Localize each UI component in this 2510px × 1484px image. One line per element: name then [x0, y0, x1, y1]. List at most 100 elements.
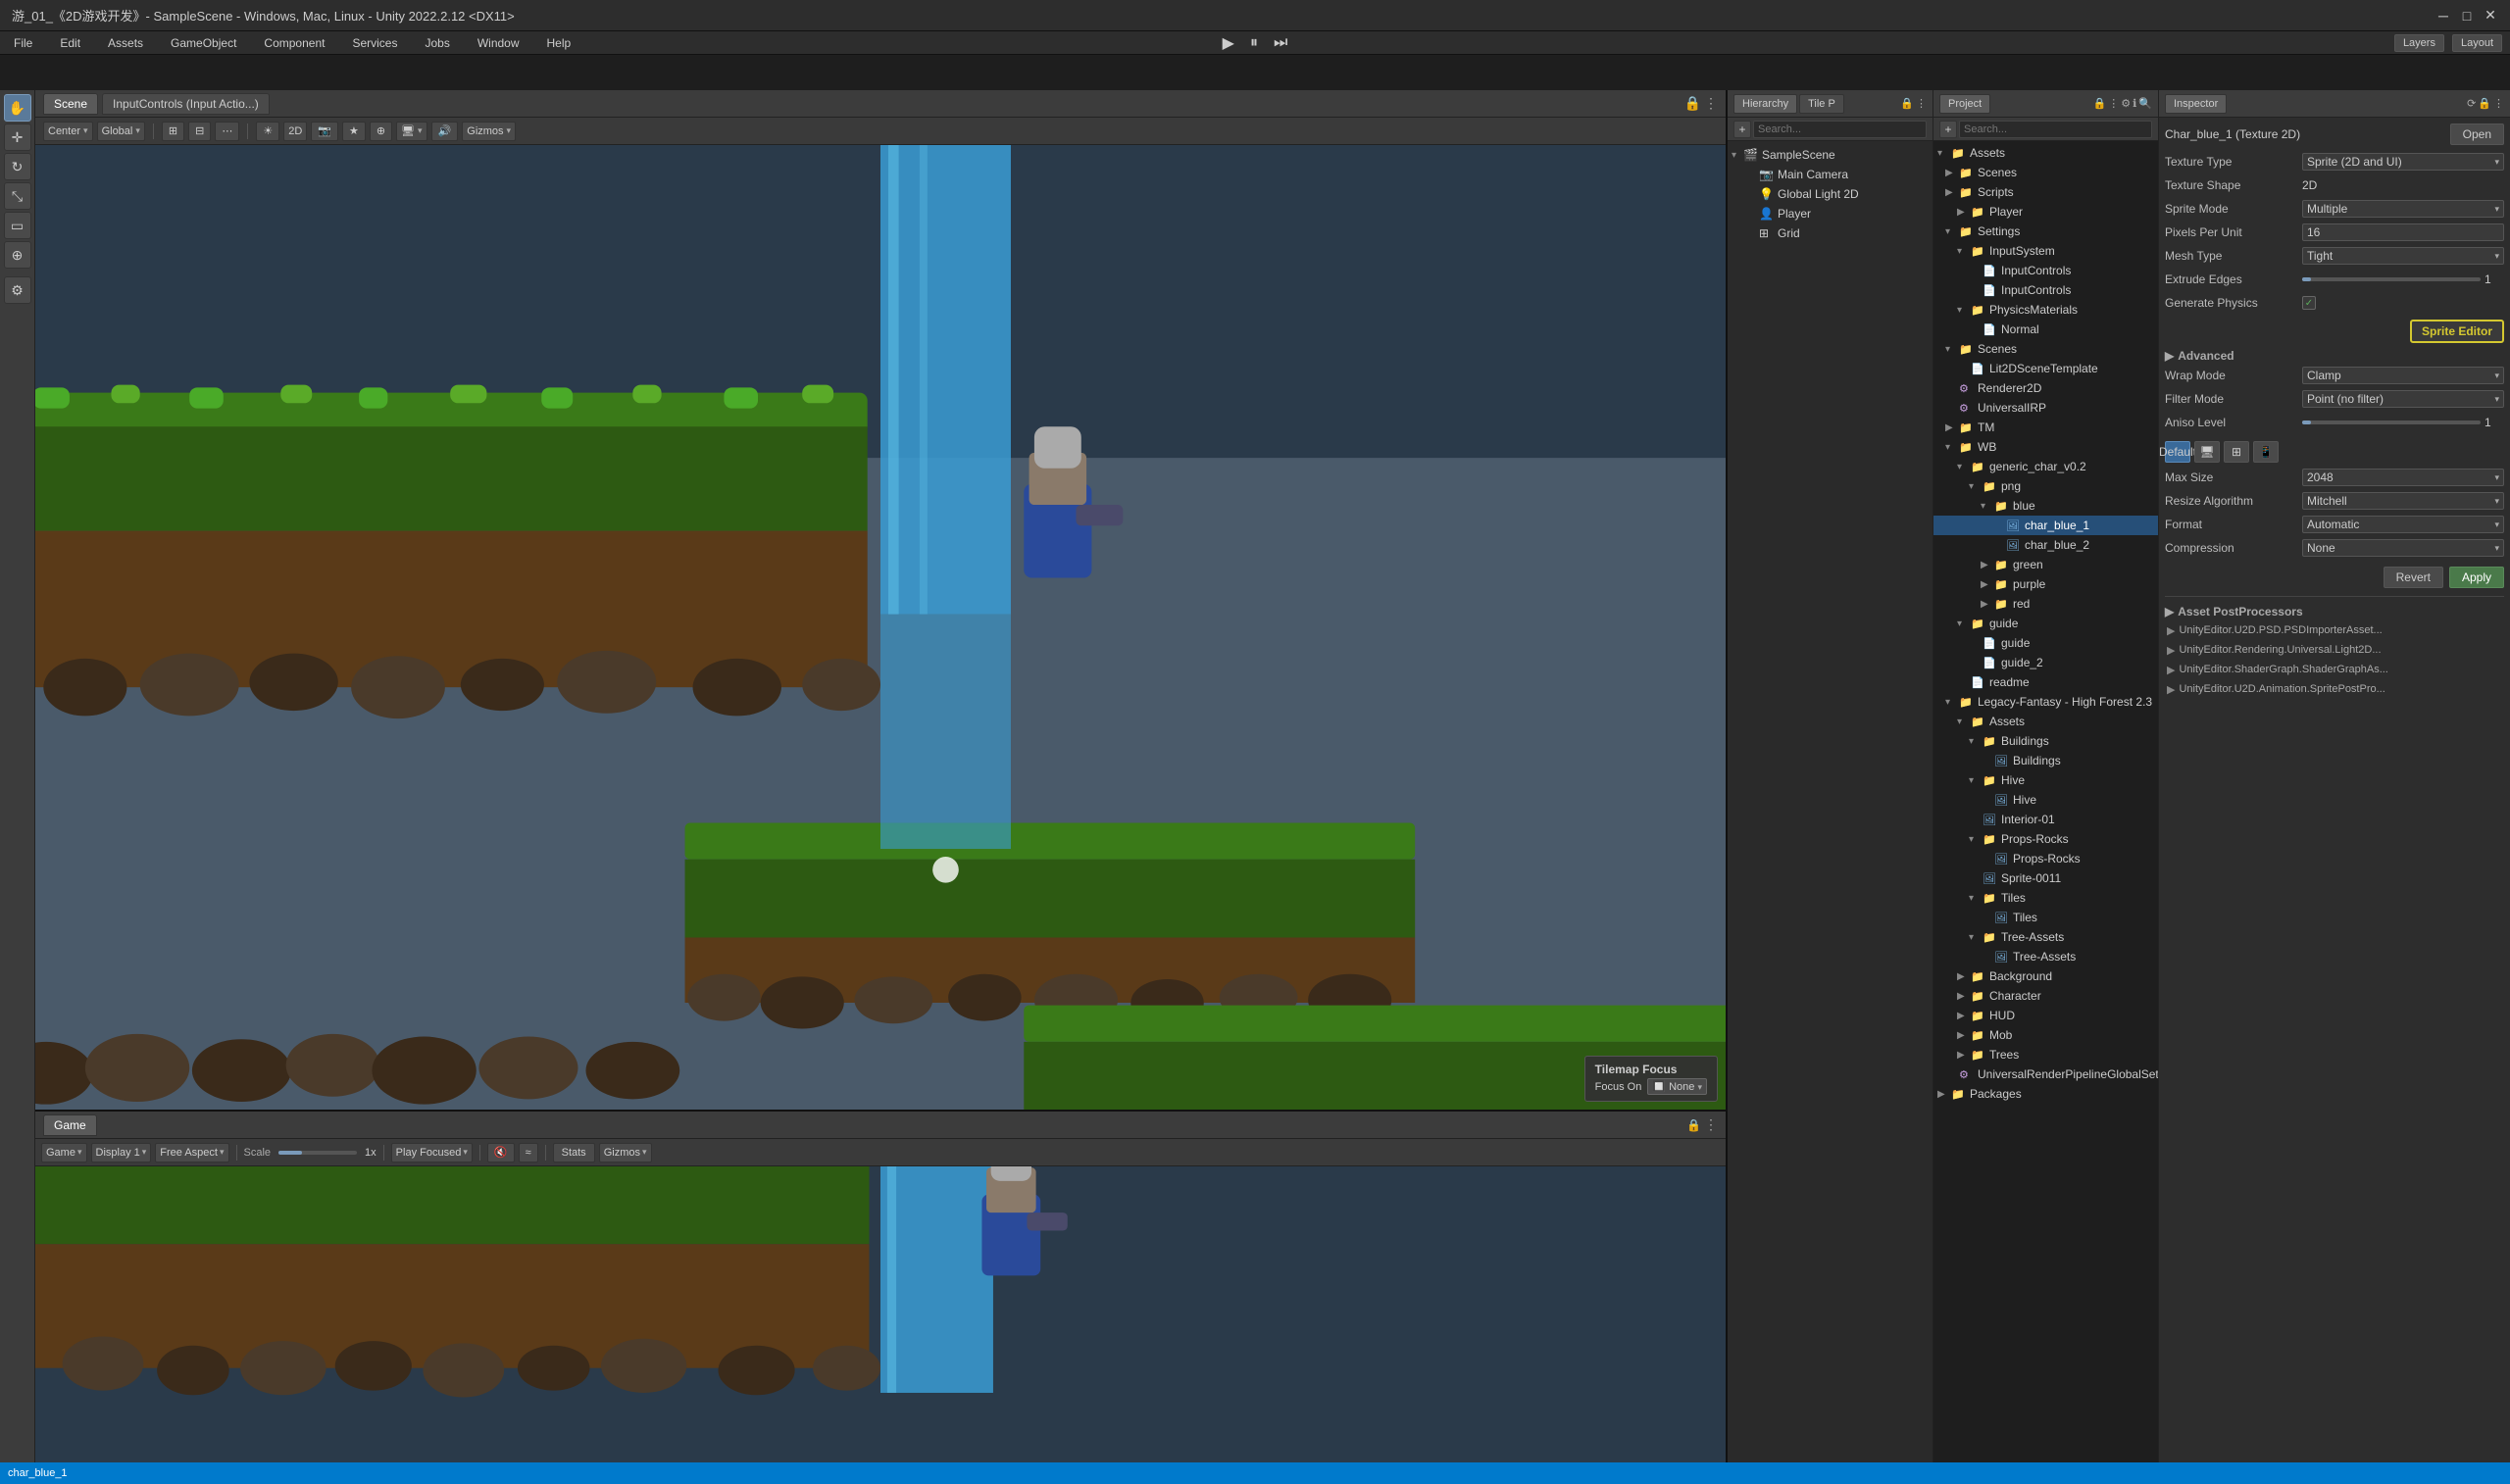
scene-tab[interactable]: Scene — [43, 93, 98, 115]
open-button[interactable]: Open — [2450, 124, 2504, 145]
revert-button[interactable]: Revert — [2384, 567, 2443, 588]
proj-hive-file[interactable]: 🖼Hive — [1933, 790, 2158, 810]
game-lock-button[interactable]: 🔒 — [1686, 1118, 1701, 1132]
asset-post-spritepost[interactable]: ▶ UnityEditor.U2D.Animation.SpritePostPr… — [2165, 679, 2504, 699]
proj-hive-folder[interactable]: ▾📁Hive — [1933, 770, 2158, 790]
monitor-platform-btn[interactable]: 🖥 — [2194, 441, 2220, 463]
proj-tm[interactable]: ▶📁TM — [1933, 418, 2158, 437]
tile-palette-tab[interactable]: Tile P — [1799, 94, 1844, 114]
project-tab[interactable]: Project — [1939, 94, 1990, 114]
gizmos-dropdown[interactable]: Gizmos▾ — [462, 122, 516, 141]
hierarchy-player[interactable]: 👤 Player — [1728, 204, 1933, 223]
asset-post-psd[interactable]: ▶ UnityEditor.U2D.PSD.PSDImporterAsset..… — [2165, 620, 2504, 640]
vsync-button[interactable]: ≈ — [519, 1143, 538, 1162]
rect-tool[interactable]: ▭ — [4, 212, 31, 239]
proj-red[interactable]: ▶📁red — [1933, 594, 2158, 614]
scene-more-button[interactable]: ⋮ — [1704, 95, 1718, 112]
advanced-section[interactable]: ▶Advanced — [2165, 349, 2504, 363]
aspect-dropdown[interactable]: Free Aspect▾ — [155, 1143, 228, 1162]
proj-readme[interactable]: 📄readme — [1933, 672, 2158, 692]
project-settings-btn[interactable]: ⚙ — [2121, 97, 2131, 110]
focus-none-dropdown[interactable]: 🔲 None ▾ — [1647, 1078, 1707, 1095]
hierarchy-lock-btn[interactable]: 🔒 — [1900, 97, 1914, 110]
proj-mob[interactable]: ▶📁Mob — [1933, 1025, 2158, 1045]
game-more-button[interactable]: ⋮ — [1704, 1116, 1718, 1133]
inspector-more-btn[interactable]: ⋮ — [2493, 97, 2504, 110]
custom-tool-1[interactable]: ⚙ — [4, 276, 31, 304]
transform-tool[interactable]: ⊕ — [4, 241, 31, 269]
inspector-tab[interactable]: Inspector — [2165, 94, 2227, 114]
asset-post-light2d[interactable]: ▶ UnityEditor.Rendering.Universal.Light2… — [2165, 640, 2504, 660]
project-search-btn[interactable]: 🔍 — [2138, 97, 2152, 110]
proj-buildings-file[interactable]: 🖼Buildings — [1933, 751, 2158, 770]
proj-packages[interactable]: ▶📁Packages — [1933, 1084, 2158, 1104]
grid-layout-btn[interactable]: ⊞ — [162, 122, 184, 141]
aniso-level-slider[interactable] — [2302, 420, 2481, 424]
default-platform-btn[interactable]: Default — [2165, 441, 2190, 463]
hierarchy-global-light[interactable]: 💡 Global Light 2D — [1728, 184, 1933, 204]
sprite-editor-button[interactable]: Sprite Editor — [2410, 320, 2504, 343]
hierarchy-grid[interactable]: ⊞ Grid — [1728, 223, 1933, 243]
sprite-mode-dropdown[interactable]: Multiple▾ — [2302, 200, 2504, 218]
project-more-btn[interactable]: ⋮ — [2108, 97, 2119, 110]
hierarchy-tab[interactable]: Hierarchy — [1733, 94, 1797, 114]
hierarchy-main-camera[interactable]: 📷 Main Camera — [1728, 165, 1933, 184]
game-tab[interactable]: Game — [43, 1114, 97, 1136]
mesh-type-dropdown[interactable]: Tight▾ — [2302, 247, 2504, 265]
menu-assets[interactable]: Assets — [102, 34, 149, 52]
proj-lit2d[interactable]: 📄Lit2DSceneTemplate — [1933, 359, 2158, 378]
menu-component[interactable]: Component — [258, 34, 330, 52]
pause-button[interactable]: ⏸ — [1246, 33, 1262, 53]
play-button[interactable]: ▶ — [1219, 33, 1238, 53]
compression-dropdown[interactable]: None▾ — [2302, 539, 2504, 557]
proj-trees[interactable]: ▶📁Trees — [1933, 1045, 2158, 1064]
proj-guide-folder[interactable]: ▾📁guide — [1933, 614, 2158, 633]
proj-charblue1[interactable]: 🖼char_blue_1 — [1933, 516, 2158, 535]
asset-post-processors-section[interactable]: ▶Asset PostProcessors — [2165, 605, 2504, 618]
hierarchy-more-btn[interactable]: ⋮ — [1916, 97, 1927, 110]
render-mode-dropdown[interactable]: 🖥▾ — [396, 122, 427, 141]
proj-sprite0011[interactable]: 🖼Sprite-0011 — [1933, 868, 2158, 888]
proj-hud[interactable]: ▶📁HUD — [1933, 1006, 2158, 1025]
asset-post-shadergraph[interactable]: ▶ UnityEditor.ShaderGraph.ShaderGraphAs.… — [2165, 660, 2504, 679]
mute-sound-button[interactable]: 🔇 — [487, 1143, 515, 1162]
proj-treeassets-file[interactable]: 🖼Tree-Assets — [1933, 947, 2158, 966]
texture-type-dropdown[interactable]: Sprite (2D and UI)▾ — [2302, 153, 2504, 171]
display-dropdown[interactable]: Display 1▾ — [91, 1143, 152, 1162]
proj-inputsystem[interactable]: ▾📁InputSystem — [1933, 241, 2158, 261]
filter-mode-dropdown[interactable]: Point (no filter)▾ — [2302, 390, 2504, 408]
proj-guide3[interactable]: 📄guide_2 — [1933, 653, 2158, 672]
scene-lock-button[interactable]: 🔒 — [1684, 95, 1701, 112]
hand-tool[interactable]: ✋ — [4, 94, 31, 122]
proj-propsrocks-file[interactable]: 🖼Props-Rocks — [1933, 849, 2158, 868]
hierarchy-add-button[interactable]: + — [1733, 121, 1751, 138]
move-tool[interactable]: ✛ — [4, 124, 31, 151]
apply-button[interactable]: Apply — [2449, 567, 2504, 588]
inspector-lock-btn[interactable]: 🔒 — [2478, 97, 2491, 110]
more-settings-btn[interactable]: ⋯ — [215, 122, 239, 141]
proj-scripts[interactable]: ▶📁Scripts — [1933, 182, 2158, 202]
menu-window[interactable]: Window — [472, 34, 526, 52]
proj-charblue2[interactable]: 🖼char_blue_2 — [1933, 535, 2158, 555]
menu-gameobject[interactable]: GameObject — [165, 34, 242, 52]
audio-btn[interactable]: 🔊 — [431, 122, 459, 141]
camera-btn[interactable]: 📷 — [311, 122, 338, 141]
gizmos-game-dropdown[interactable]: Gizmos▾ — [599, 1143, 652, 1162]
center-dropdown[interactable]: Center▾ — [43, 122, 93, 141]
rotate-tool[interactable]: ↻ — [4, 153, 31, 180]
proj-genericchar[interactable]: ▾📁generic_char_v0.2 — [1933, 457, 2158, 476]
project-lock-btn[interactable]: 🔒 — [2093, 97, 2107, 110]
hierarchy-search-input[interactable] — [1753, 121, 1927, 138]
global-dropdown[interactable]: Global▾ — [97, 122, 145, 141]
proj-legacyfantasy[interactable]: ▾📁Legacy-Fantasy - High Forest 2.3 — [1933, 692, 2158, 712]
close-button[interactable]: ✕ — [2483, 8, 2498, 24]
2d-btn[interactable]: 2D — [283, 122, 307, 141]
maximize-button[interactable]: □ — [2459, 8, 2475, 24]
proj-scenes[interactable]: ▶📁Scenes — [1933, 163, 2158, 182]
menu-services[interactable]: Services — [346, 34, 403, 52]
proj-propsrocks-folder[interactable]: ▾📁Props-Rocks — [1933, 829, 2158, 849]
play-focused-dropdown[interactable]: Play Focused▾ — [391, 1143, 473, 1162]
gizmos-btn2[interactable]: ⊕ — [370, 122, 392, 141]
proj-universalrp[interactable]: ⚙UniversalRenderPipelineGlobalSettings — [1933, 1064, 2158, 1084]
proj-physicsmaterials[interactable]: ▾📁PhysicsMaterials — [1933, 300, 2158, 320]
